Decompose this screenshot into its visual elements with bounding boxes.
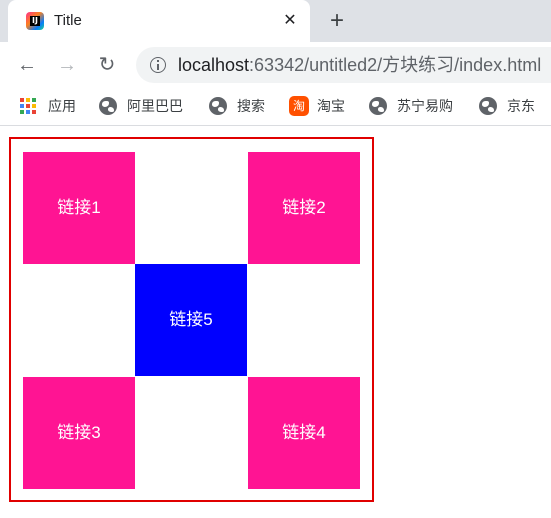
globe-icon [99,97,117,115]
url-text[interactable]: localhost:63342/untitled2/方块练习/index.htm… [178,55,541,75]
link-4[interactable]: 链接4 [248,377,360,489]
new-tab-button[interactable]: + [324,9,350,34]
tab-title: Title [54,12,82,29]
bookmark-label: 苏宁易购 [397,98,453,114]
back-button[interactable]: ← [16,54,38,76]
bookmark-label: 阿里巴巴 [127,98,183,114]
globe-icon [479,97,497,115]
address-bar[interactable]: localhost:63342/untitled2/方块练习/index.htm… [136,47,551,83]
link-3[interactable]: 链接3 [23,377,135,489]
link-1[interactable]: 链接1 [23,152,135,264]
apps-icon [20,98,36,114]
browser-toolbar: ← → ↻ localhost:63342/untitled2/方块练习/ind… [0,42,551,88]
taobao-icon: 淘 [289,96,309,116]
tab-strip: IJ Title ✕ + [0,0,551,42]
bookmark-label: 京东 [507,98,535,114]
info-icon[interactable] [150,57,166,73]
bookmarks-bar: 应用 阿里巴巴 搜索 淘 淘宝 苏宁易购 京东 [0,88,551,126]
url-path: :63342/untitled2/方块练习/index.html [249,55,542,75]
bookmark-label: 搜索 [237,98,265,114]
page-content: 链接1 链接2 链接5 链接3 链接4 [0,127,551,518]
tab-active[interactable]: IJ Title ✕ [8,0,310,42]
url-host: localhost [178,55,250,75]
link-2[interactable]: 链接2 [248,152,360,264]
reload-button[interactable]: ↻ [96,54,118,76]
link-5[interactable]: 链接5 [135,264,247,376]
globe-icon [209,97,227,115]
bookmark-label: 应用 [48,98,76,114]
intellij-icon: IJ [26,12,44,30]
globe-icon [369,97,387,115]
forward-button[interactable]: → [56,54,78,76]
close-icon[interactable]: ✕ [280,11,300,31]
square-container: 链接1 链接2 链接5 链接3 链接4 [9,137,374,502]
bookmark-label: 淘宝 [317,98,345,114]
